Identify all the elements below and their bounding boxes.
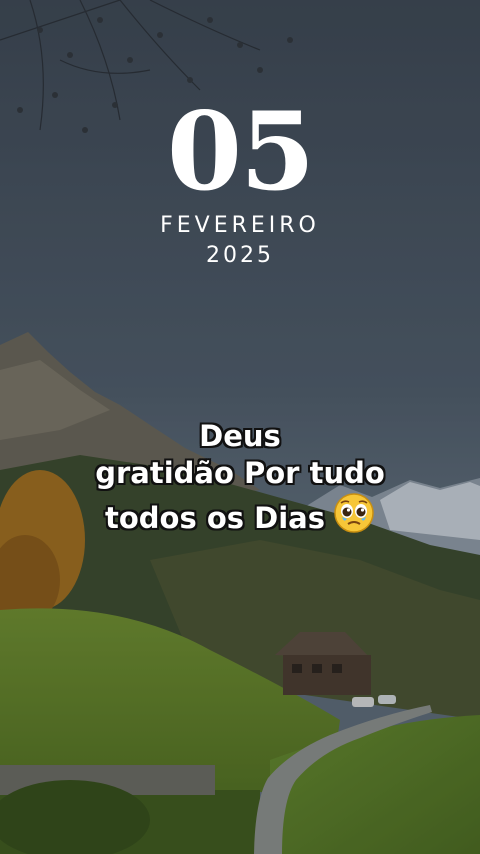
message-line-3: todos os Dias	[105, 500, 325, 535]
message-line-2: gratidão Por tudo	[95, 455, 385, 490]
message-line-3-row: todos os Dias	[0, 492, 480, 543]
gratitude-message: Deus gratidão Por tudo todos os Dias	[0, 418, 480, 542]
message-line-1: Deus	[199, 419, 281, 453]
wallpaper-scene: 05 FEVEREIRO 2025 Deus gratidão Por tudo…	[0, 0, 480, 854]
date-day: 05	[166, 89, 315, 215]
date-month: FEVEREIRO	[160, 213, 320, 238]
date-year: 2025	[206, 243, 274, 268]
pleading-face-with-tears-icon	[333, 492, 375, 543]
